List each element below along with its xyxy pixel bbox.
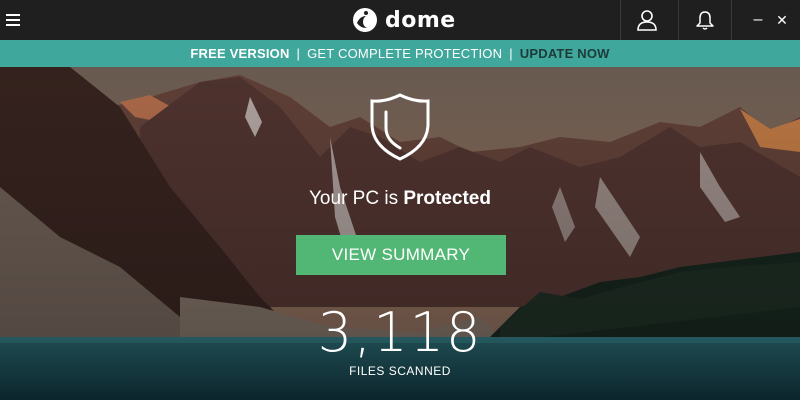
account-button[interactable] <box>621 0 673 40</box>
close-icon: ✕ <box>776 11 788 28</box>
hamburger-menu-icon[interactable] <box>4 9 26 31</box>
files-scanned-count: 3,118 <box>317 301 483 364</box>
notifications-button[interactable] <box>679 0 731 40</box>
shield-icon <box>370 93 430 161</box>
free-version-label: FREE VERSION <box>190 46 290 61</box>
get-protection-link[interactable]: GET COMPLETE PROTECTION <box>307 46 502 61</box>
logo-text: dome <box>385 7 456 33</box>
minimize-button[interactable]: – <box>748 0 768 40</box>
protection-status: Your PC is Protected <box>0 188 800 210</box>
files-scanned-label: FILES SCANNED <box>349 364 451 378</box>
update-now-link[interactable]: UPDATE NOW <box>520 46 610 61</box>
view-summary-button[interactable]: VIEW SUMMARY <box>296 235 506 275</box>
hero-panel: Your PC is Protected VIEW SUMMARY 3,118 … <box>0 67 800 400</box>
divider <box>731 0 732 40</box>
status-prefix: Your PC is <box>309 188 399 209</box>
title-bar: dome – ✕ <box>0 0 800 40</box>
app-logo: dome <box>352 6 456 34</box>
bell-icon <box>696 11 714 30</box>
dome-logo-icon <box>353 8 377 32</box>
user-account-icon <box>637 10 657 31</box>
status-state: Protected <box>403 188 491 209</box>
banner-separator: | <box>509 46 513 61</box>
upgrade-banner: FREE VERSION | GET COMPLETE PROTECTION |… <box>0 40 800 67</box>
minimize-icon: – <box>753 11 763 28</box>
banner-separator: | <box>296 46 301 61</box>
close-button[interactable]: ✕ <box>772 0 792 40</box>
